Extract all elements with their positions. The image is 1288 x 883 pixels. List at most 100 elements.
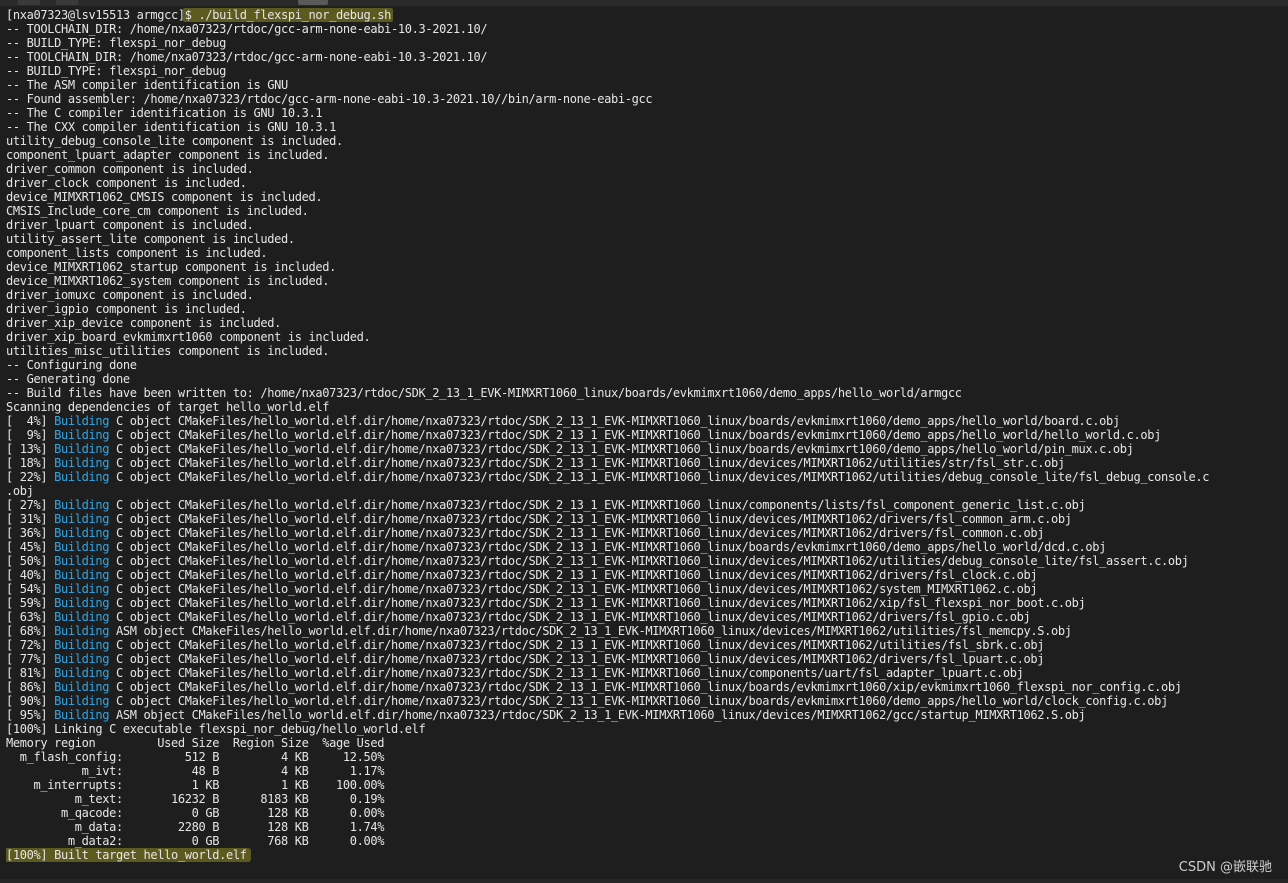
output-line: -- BUILD_TYPE: flexspi_nor_debug: [6, 36, 226, 50]
build-target: C object CMakeFiles/hello_world.elf.dir/…: [109, 652, 1045, 666]
shell-prompt: [nxa07323@lsv15513 armgcc]: [6, 8, 185, 22]
build-line: [ 54%] Building C object CMakeFiles/hell…: [6, 582, 1282, 596]
build-line: [ 18%] Building C object CMakeFiles/hell…: [6, 456, 1282, 470]
output-line: -- The C compiler identification is GNU …: [6, 106, 323, 120]
build-target: C object CMakeFiles/hello_world.elf.dir/…: [109, 610, 1031, 624]
building-keyword: Building: [54, 498, 110, 512]
tab-stub[interactable]: [18, 0, 40, 5]
build-target: ASM object CMakeFiles/hello_world.elf.di…: [109, 708, 1086, 722]
build-line: [ 72%] Building C object CMakeFiles/hell…: [6, 638, 1282, 652]
building-keyword: Building: [54, 638, 110, 652]
built-target-text: [100%] Built target hello_world.elf: [6, 848, 251, 862]
output-line: driver_igpio component is included.: [6, 302, 247, 316]
build-percent: [ 54%]: [6, 582, 55, 596]
build-target: C object CMakeFiles/hello_world.elf.dir/…: [109, 498, 1086, 512]
build-target: C object CMakeFiles/hello_world.elf.dir/…: [109, 526, 1045, 540]
build-line: [ 36%] Building C object CMakeFiles/hell…: [6, 526, 1282, 540]
tab-stub-active[interactable]: [298, 0, 328, 5]
build-percent: [ 77%]: [6, 652, 55, 666]
building-keyword: Building: [54, 596, 110, 610]
build-percent: [ 13%]: [6, 442, 55, 456]
build-target: C object CMakeFiles/hello_world.elf.dir/…: [109, 596, 1086, 610]
output-line: driver_xip_device component is included.: [6, 316, 281, 330]
output-line: driver_clock component is included.: [6, 176, 247, 190]
build-percent: [ 27%]: [6, 498, 55, 512]
build-line: [ 50%] Building C object CMakeFiles/hell…: [6, 554, 1282, 568]
build-target: C object CMakeFiles/hello_world.elf.dir/…: [109, 568, 1038, 582]
build-line: [ 4%] Building C object CMakeFiles/hello…: [6, 414, 1282, 428]
building-keyword: Building: [54, 708, 110, 722]
output-line: Scanning dependencies of target hello_wo…: [6, 400, 330, 414]
build-target: C object CMakeFiles/hello_world.elf.dir/…: [109, 694, 1168, 708]
build-line: [ 13%] Building C object CMakeFiles/hell…: [6, 442, 1282, 456]
memory-table-row: m_ivt: 48 B 4 KB 1.17%: [6, 764, 385, 778]
window-top-bar: [0, 0, 1288, 6]
build-percent: [ 50%]: [6, 554, 55, 568]
output-line: utilities_misc_utilities component is in…: [6, 344, 330, 358]
terminal-output[interactable]: [nxa07323@lsv15513 armgcc]$ ./build_flex…: [6, 8, 1282, 868]
output-line: -- TOOLCHAIN_DIR: /home/nxa07323/rtdoc/g…: [6, 22, 488, 36]
build-target: C object CMakeFiles/hello_world.elf.dir/…: [109, 666, 1024, 680]
command-line: [nxa07323@lsv15513 armgcc]$ ./build_flex…: [6, 8, 1282, 22]
output-line: -- The CXX compiler identification is GN…: [6, 120, 336, 134]
output-line: driver_lpuart component is included.: [6, 218, 254, 232]
build-percent: [ 63%]: [6, 610, 55, 624]
csdn-watermark: CSDN @嵌联驰: [1178, 860, 1272, 875]
build-target: C object CMakeFiles/hello_world.elf.dir/…: [109, 540, 1106, 554]
taskbar-strip: [0, 879, 1288, 883]
output-line: -- BUILD_TYPE: flexspi_nor_debug: [6, 64, 226, 78]
output-line: device_MIMXRT1062_system component is in…: [6, 274, 330, 288]
build-target: C object CMakeFiles/hello_world.elf.dir/…: [109, 414, 1120, 428]
output-line: component_lpuart_adapter component is in…: [6, 148, 330, 162]
build-target: C object CMakeFiles/hello_world.elf.dir/…: [109, 554, 1189, 568]
output-line: device_MIMXRT1062_startup component is i…: [6, 260, 336, 274]
memory-table-row: m_data2: 0 GB 768 KB 0.00%: [6, 834, 385, 848]
build-line: [ 77%] Building C object CMakeFiles/hell…: [6, 652, 1282, 666]
output-line: -- Configuring done: [6, 358, 137, 372]
build-target: ASM object CMakeFiles/hello_world.elf.di…: [109, 624, 1072, 638]
output-line: utility_assert_lite component is include…: [6, 232, 295, 246]
output-line: utility_debug_console_lite component is …: [6, 134, 343, 148]
building-keyword: Building: [54, 442, 110, 456]
memory-table-row: m_qacode: 0 GB 128 KB 0.00%: [6, 806, 385, 820]
building-keyword: Building: [54, 624, 110, 638]
memory-table-row: m_data: 2280 B 128 KB 1.74%: [6, 820, 385, 834]
building-keyword: Building: [54, 414, 110, 428]
build-percent: [ 81%]: [6, 666, 55, 680]
memory-table-row: m_flash_config: 512 B 4 KB 12.50%: [6, 750, 385, 764]
build-line: [ 45%] Building C object CMakeFiles/hell…: [6, 540, 1282, 554]
building-keyword: Building: [54, 582, 110, 596]
build-percent: [ 68%]: [6, 624, 55, 638]
build-percent: [ 18%]: [6, 456, 55, 470]
output-line: driver_xip_board_evkmimxrt1060 component…: [6, 330, 371, 344]
build-target: C object CMakeFiles/hello_world.elf.dir/…: [109, 582, 1038, 596]
building-keyword: Building: [54, 526, 110, 540]
build-target: C object CMakeFiles/hello_world.elf.dir/…: [109, 512, 1072, 526]
build-target: C object CMakeFiles/hello_world.elf.dir/…: [109, 638, 1045, 652]
build-target: C object CMakeFiles/hello_world.elf.dir/…: [109, 456, 1065, 470]
building-keyword: Building: [54, 694, 110, 708]
building-keyword: Building: [54, 512, 110, 526]
build-line: [ 81%] Building C object CMakeFiles/hell…: [6, 666, 1282, 680]
build-percent: [ 31%]: [6, 512, 55, 526]
build-percent: [ 95%]: [6, 708, 55, 722]
build-line: [ 90%] Building C object CMakeFiles/hell…: [6, 694, 1282, 708]
building-keyword: Building: [54, 540, 110, 554]
build-target: C object CMakeFiles/hello_world.elf.dir/…: [109, 470, 1210, 484]
build-percent: [ 72%]: [6, 638, 55, 652]
building-keyword: Building: [54, 456, 110, 470]
build-line: [ 59%] Building C object CMakeFiles/hell…: [6, 596, 1282, 610]
built-target-line: [100%] Built target hello_world.elf: [6, 848, 1282, 862]
building-keyword: Building: [54, 568, 110, 582]
output-line: -- The ASM compiler identification is GN…: [6, 78, 288, 92]
build-line: [ 31%] Building C object CMakeFiles/hell…: [6, 512, 1282, 526]
build-line: [ 63%] Building C object CMakeFiles/hell…: [6, 610, 1282, 624]
output-line: component_lists component is included.: [6, 246, 268, 260]
build-target: C object CMakeFiles/hello_world.elf.dir/…: [109, 680, 1182, 694]
wrapped-line: .obj: [6, 484, 34, 498]
output-line: -- Found assembler: /home/nxa07323/rtdoc…: [6, 92, 653, 106]
memory-table-row: m_text: 16232 B 8183 KB 0.19%: [6, 792, 385, 806]
build-percent: [ 36%]: [6, 526, 55, 540]
output-line: -- Generating done: [6, 372, 130, 386]
tab-stub[interactable]: [56, 0, 78, 5]
